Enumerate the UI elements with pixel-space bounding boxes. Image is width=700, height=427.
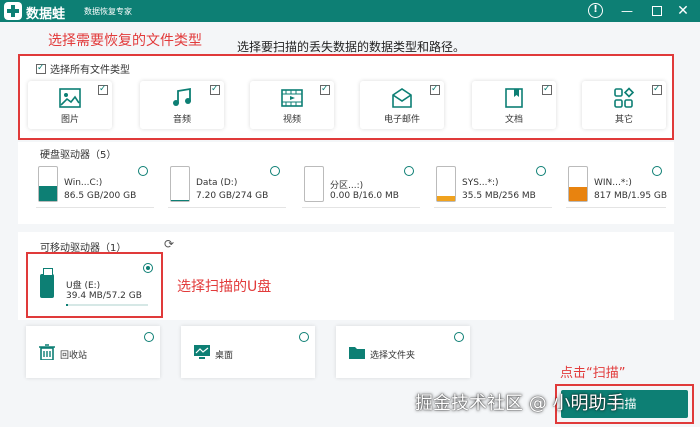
location-desktop[interactable]: 桌面	[181, 326, 315, 378]
file-type-panel: 选择所有文件类型 图片 音频 视频 电子邮件 文档 其它	[18, 54, 674, 140]
disk-radio[interactable]	[652, 166, 662, 176]
app-logo-icon	[4, 2, 22, 20]
folder-icon	[349, 347, 365, 359]
location-label: 回收站	[60, 351, 88, 361]
app-subtitle: 数据恢复专家	[84, 7, 132, 16]
drive-icon	[568, 166, 588, 202]
video-icon	[281, 89, 303, 107]
image-icon	[59, 88, 81, 108]
annotation-click-scan: 点击“扫描”	[560, 366, 626, 381]
email-icon	[392, 88, 412, 108]
app-name: 数据蛙	[26, 7, 66, 22]
disk-size: 35.5 MB/256 MB	[462, 191, 536, 201]
drive-icon	[436, 166, 456, 202]
file-type-label: 文档	[504, 115, 523, 125]
file-type-image[interactable]: 图片	[28, 81, 112, 129]
music-icon	[173, 87, 191, 106]
disk-size: 0.00 B/16.0 MB	[330, 191, 399, 201]
disk-name: Win...C:)	[64, 178, 103, 188]
file-type-audio-check[interactable]	[210, 84, 220, 95]
location-choose-folder[interactable]: 选择文件夹	[336, 326, 470, 378]
hard-disk-title: 硬盘驱动器（5）	[40, 150, 117, 161]
file-type-other[interactable]: 其它	[582, 81, 666, 129]
disk-radio[interactable]	[270, 166, 280, 176]
watermark: 掘金技术社区 @ 小明助手	[415, 393, 625, 414]
file-type-email-check[interactable]	[430, 84, 440, 95]
disk-radio[interactable]	[536, 166, 546, 176]
file-type-label: 视频	[282, 115, 301, 125]
location-label: 选择文件夹	[370, 351, 416, 361]
close-icon[interactable]: ✕	[674, 2, 692, 20]
annotation-select-types: 选择需要恢复的文件类型	[48, 33, 202, 49]
minimize-icon[interactable]: —	[618, 2, 636, 20]
file-type-label: 其它	[614, 115, 633, 125]
disk-name: SYS...*:)	[462, 178, 499, 188]
disk-size: 86.5 GB/200 GB	[64, 191, 137, 201]
disk-size: 7.20 GB/274 GB	[196, 191, 269, 201]
disk-item[interactable]: Data (D:) 7.20 GB/274 GB	[168, 162, 286, 208]
disk-size: 817 MB/1.95 GB	[594, 191, 668, 201]
refresh-icon[interactable]: ⟳	[164, 237, 174, 251]
file-type-document[interactable]: 文档	[472, 81, 556, 129]
title-bar: 数据蛙 数据恢复专家 ! — ✕	[0, 0, 700, 22]
select-all-check[interactable]	[36, 63, 46, 74]
disk-name: WIN...*:)	[594, 178, 632, 188]
select-all-types-checkbox[interactable]: 选择所有文件类型	[36, 61, 130, 76]
location-recycle-bin[interactable]: 回收站	[26, 326, 160, 378]
drive-icon	[38, 166, 58, 202]
disk-radio[interactable]	[404, 166, 414, 176]
usb-radio[interactable]	[143, 263, 153, 273]
disk-item[interactable]: Win...C:) 86.5 GB/200 GB	[36, 162, 154, 208]
disk-radio[interactable]	[138, 166, 148, 176]
location-radio[interactable]	[144, 332, 154, 342]
file-type-video-check[interactable]	[320, 84, 330, 95]
desktop-icon	[194, 345, 210, 359]
usb-drive-item[interactable]: U盘 (E:) 39.4 MB/57.2 GB	[26, 252, 163, 318]
location-radio[interactable]	[299, 332, 309, 342]
file-type-email[interactable]: 电子邮件	[360, 81, 444, 129]
recycle-bin-icon	[39, 344, 55, 360]
file-type-label: 音频	[172, 115, 191, 125]
disk-name: Data (D:)	[196, 178, 238, 188]
disk-item[interactable]: SYS...*:) 35.5 MB/256 MB	[434, 162, 552, 208]
annotation-select-usb: 选择扫描的U盘	[177, 279, 272, 295]
grid-icon	[614, 87, 635, 108]
drive-icon	[304, 166, 324, 202]
select-all-label: 选择所有文件类型	[50, 65, 130, 76]
file-type-video[interactable]: 视频	[250, 81, 334, 129]
usb-size: 39.4 MB/57.2 GB	[66, 291, 142, 301]
hard-disk-panel: 硬盘驱动器（5） Win...C:) 86.5 GB/200 GB Data (…	[18, 142, 674, 224]
location-radio[interactable]	[454, 332, 464, 342]
file-type-label: 电子邮件	[383, 115, 420, 125]
file-type-label: 图片	[60, 115, 79, 125]
maximize-icon[interactable]	[648, 2, 666, 20]
disk-item[interactable]: 分区...:) 0.00 B/16.0 MB	[302, 162, 420, 208]
usb-usage-bar	[66, 304, 148, 306]
help-circle-icon[interactable]: !	[588, 3, 603, 18]
disk-name: 分区...:)	[330, 181, 364, 191]
disk-item[interactable]: WIN...*:) 817 MB/1.95 GB	[566, 162, 668, 208]
usb-name: U盘 (E:)	[66, 281, 101, 291]
usb-drive-icon	[40, 268, 54, 298]
drive-icon	[170, 166, 190, 202]
guide-text: 选择要扫描的丢失数据的数据类型和路径。	[237, 40, 466, 54]
document-icon	[505, 88, 523, 108]
file-type-other-check[interactable]	[652, 84, 662, 95]
file-type-audio[interactable]: 音频	[140, 81, 224, 129]
file-type-image-check[interactable]	[98, 84, 108, 95]
location-label: 桌面	[215, 351, 234, 361]
file-type-document-check[interactable]	[542, 84, 552, 95]
